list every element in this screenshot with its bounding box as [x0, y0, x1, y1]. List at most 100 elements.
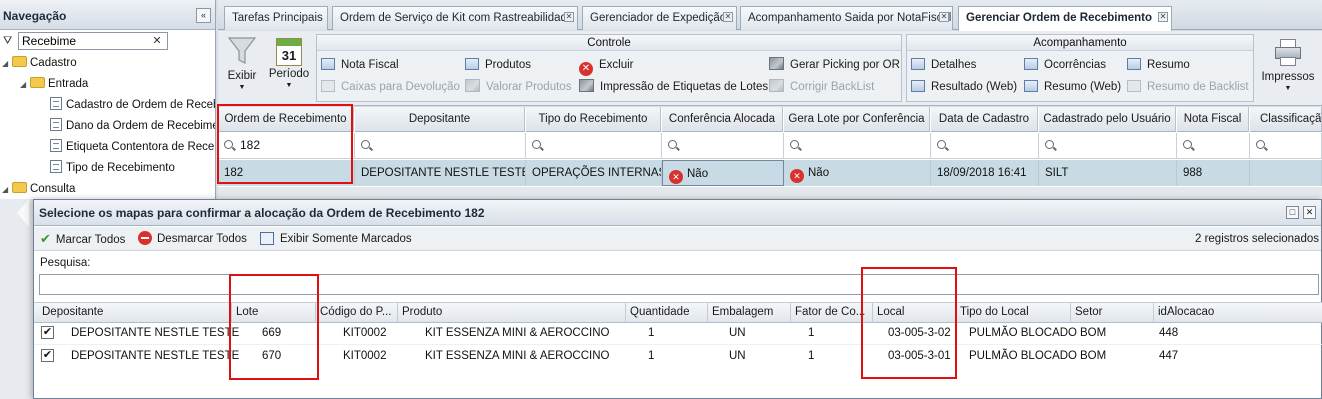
- column-header-quantidade[interactable]: Quantidade: [626, 302, 708, 323]
- tab-bar: Tarefas Principais Ordem de Serviço de K…: [218, 0, 1322, 31]
- ordem-recebimento-grid: Ordem de Recebimento Depositante Tipo do…: [218, 107, 1322, 187]
- cell-codigo: KIT0002: [343, 350, 387, 362]
- label-print-icon: [579, 79, 594, 92]
- marcar-todos-button[interactable]: ✔ Marcar Todos: [40, 231, 125, 248]
- collapse-sidebar-icon[interactable]: «: [196, 8, 211, 23]
- ocorrencias-button[interactable]: Ocorrências: [1024, 56, 1106, 74]
- tab-gerenciador-expedicao[interactable]: Gerenciador de Expedição ✕: [582, 6, 737, 30]
- tab-tarefas-principais[interactable]: Tarefas Principais: [224, 6, 328, 30]
- tree-item-tipo-recebimento[interactable]: Tipo de Recebimento: [50, 158, 175, 179]
- impressos-button[interactable]: Impressos ▼: [1260, 37, 1316, 103]
- column-header-codigo-produto[interactable]: Código do P...: [316, 302, 398, 323]
- sidebar-search-input[interactable]: [18, 32, 168, 50]
- filter-depositante[interactable]: [355, 133, 526, 159]
- column-header-embalagem[interactable]: Embalagem: [708, 302, 791, 323]
- filter-conferencia-alocada[interactable]: [662, 133, 784, 159]
- detalhes-button[interactable]: Detalhes: [911, 56, 976, 74]
- filter-gera-lote[interactable]: [784, 133, 931, 159]
- table-row[interactable]: ✔ DEPOSITANTE NESTLE TESTE 670 KIT0002 K…: [34, 344, 1322, 366]
- tab-label: Gerenciar Ordem de Recebimento: [966, 12, 1152, 24]
- tree-item-consulta[interactable]: ◢ Consulta: [2, 179, 75, 200]
- highlight-lote-column: [229, 274, 319, 380]
- row-checkbox[interactable]: ✔: [41, 326, 54, 339]
- excluir-button[interactable]: ✕ Excluir: [579, 56, 634, 76]
- exibir-button[interactable]: Exibir ▼: [224, 35, 260, 101]
- close-tab-icon[interactable]: ✕: [564, 12, 574, 22]
- cell-depositante[interactable]: DEPOSITANTE NESTLE TESTE: [355, 160, 526, 186]
- cell-nota-fiscal[interactable]: 988: [1177, 160, 1250, 186]
- tab-ordem-servico-kit[interactable]: Ordem de Serviço de Kit com Rastreabilid…: [332, 6, 578, 30]
- tree-item-cadastro-ordem-recebimento[interactable]: Cadastro de Ordem de Recebimento: [50, 95, 215, 116]
- expand-icon[interactable]: ◢: [20, 74, 30, 95]
- nota-fiscal-label: Nota Fiscal: [341, 59, 399, 71]
- column-header-setor[interactable]: Setor: [1071, 302, 1154, 323]
- resultado-web-button[interactable]: Resultado (Web): [911, 78, 1017, 96]
- table-icon: [321, 80, 335, 92]
- page-icon: [50, 139, 62, 152]
- maximize-icon[interactable]: □: [1286, 206, 1299, 219]
- alocacao-dialog: Selecione os mapas para confirmar a aloc…: [33, 199, 1322, 399]
- expand-icon[interactable]: ◢: [2, 53, 12, 74]
- table-icon: [1024, 80, 1038, 92]
- filter-cadastrado-usuario[interactable]: [1039, 133, 1177, 159]
- filter-tipo-recebimento[interactable]: [526, 133, 662, 159]
- close-tab-icon[interactable]: ✕: [723, 12, 733, 22]
- column-header-tipo-recebimento[interactable]: Tipo do Recebimento: [526, 107, 661, 132]
- produtos-button[interactable]: Produtos: [465, 56, 531, 74]
- resumo-backlist-button[interactable]: Resumo de Backlist: [1127, 78, 1249, 96]
- resumo-button[interactable]: Resumo: [1127, 56, 1190, 74]
- tree-item-dano-ordem-recebimento[interactable]: Dano da Ordem de Recebimento: [50, 116, 215, 137]
- tab-acompanhamento-saida[interactable]: Acompanhamento Saida por NotaFiscal ✕: [740, 6, 953, 30]
- check-icon: ✔: [40, 231, 51, 246]
- nota-fiscal-button[interactable]: Nota Fiscal: [321, 56, 399, 74]
- cell-id-alocacao: 448: [1159, 327, 1179, 339]
- caixas-devolucao-button[interactable]: Caixas para Devolução: [321, 78, 460, 96]
- tree-item-cadastro[interactable]: ◢ Cadastro: [2, 53, 77, 74]
- column-header-cadastrado-usuario[interactable]: Cadastrado pelo Usuário: [1039, 107, 1176, 132]
- desmarcar-todos-button[interactable]: Desmarcar Todos: [138, 231, 247, 247]
- impressao-etiquetas-button[interactable]: Impressão de Etiquetas de Lotes: [579, 78, 768, 96]
- cell-quantidade: 1: [648, 350, 655, 362]
- cell-data-cadastro[interactable]: 18/09/2018 16:41: [931, 160, 1039, 186]
- gerar-picking-button[interactable]: Gerar Picking por OR: [769, 56, 900, 74]
- cell-depositante: DEPOSITANTE NESTLE TESTE: [71, 327, 240, 339]
- close-tab-icon[interactable]: ✕: [1158, 12, 1168, 22]
- tree-item-etiqueta-contentora[interactable]: Etiqueta Contentora de Recebimento: [50, 137, 215, 158]
- folder-icon: [30, 77, 45, 88]
- cell-gera-lote[interactable]: ✕ Não: [784, 160, 931, 186]
- close-tab-icon[interactable]: ✕: [939, 12, 949, 22]
- valorar-produtos-button[interactable]: Valorar Produtos: [465, 78, 571, 96]
- column-header-conferencia-alocada[interactable]: Conferência Alocada: [662, 107, 783, 132]
- table-row[interactable]: ✔ DEPOSITANTE NESTLE TESTE 669 KIT0002 K…: [34, 322, 1322, 344]
- tree-item-entrada[interactable]: ◢ Entrada: [20, 74, 88, 95]
- cell-classificacao[interactable]: [1250, 160, 1322, 186]
- column-header-nota-fiscal[interactable]: Nota Fiscal: [1177, 107, 1249, 132]
- filter-nota-fiscal[interactable]: [1177, 133, 1250, 159]
- expand-icon[interactable]: ◢: [2, 179, 12, 200]
- clear-search-icon[interactable]: ✕: [150, 34, 164, 48]
- column-header-data-cadastro[interactable]: Data de Cadastro: [931, 107, 1038, 132]
- row-checkbox[interactable]: ✔: [41, 349, 54, 362]
- column-header-gera-lote[interactable]: Gera Lote por Conferência: [784, 107, 930, 132]
- close-icon[interactable]: ✕: [1303, 206, 1316, 219]
- back-arrow-icon[interactable]: [17, 199, 29, 227]
- dropdown-arrow-icon: ▼: [1284, 85, 1292, 92]
- filter-data-cadastro[interactable]: [931, 133, 1039, 159]
- column-header-produto[interactable]: Produto: [398, 302, 626, 323]
- exibir-marcados-button[interactable]: Exibir Somente Marcados: [260, 231, 412, 247]
- search-icon: [668, 140, 677, 149]
- cell-cadastrado-usuario[interactable]: SILT: [1039, 160, 1177, 186]
- cell-conferencia-alocada[interactable]: ✕ Não: [662, 160, 784, 186]
- resumo-web-button[interactable]: Resumo (Web): [1024, 78, 1121, 96]
- column-header-depositante[interactable]: Depositante: [34, 302, 232, 323]
- filter-classificacao[interactable]: [1250, 133, 1322, 159]
- periodo-button[interactable]: 31 Período ▼: [267, 35, 311, 101]
- corrigir-backlist-button[interactable]: Corrigir BackList: [769, 78, 874, 96]
- tab-gerenciar-ordem-recebimento[interactable]: Gerenciar Ordem de Recebimento ✕: [958, 6, 1172, 31]
- ocorrencias-label: Ocorrências: [1044, 59, 1106, 71]
- column-header-classificacao[interactable]: Classificação: [1250, 107, 1322, 132]
- cell-tipo-recebimento[interactable]: OPERAÇÕES INTERNAS: [526, 160, 662, 186]
- column-header-tipo-local[interactable]: Tipo do Local: [956, 302, 1071, 323]
- column-header-depositante[interactable]: Depositante: [355, 107, 525, 132]
- column-header-id-alocacao[interactable]: idAlocacao: [1154, 302, 1322, 323]
